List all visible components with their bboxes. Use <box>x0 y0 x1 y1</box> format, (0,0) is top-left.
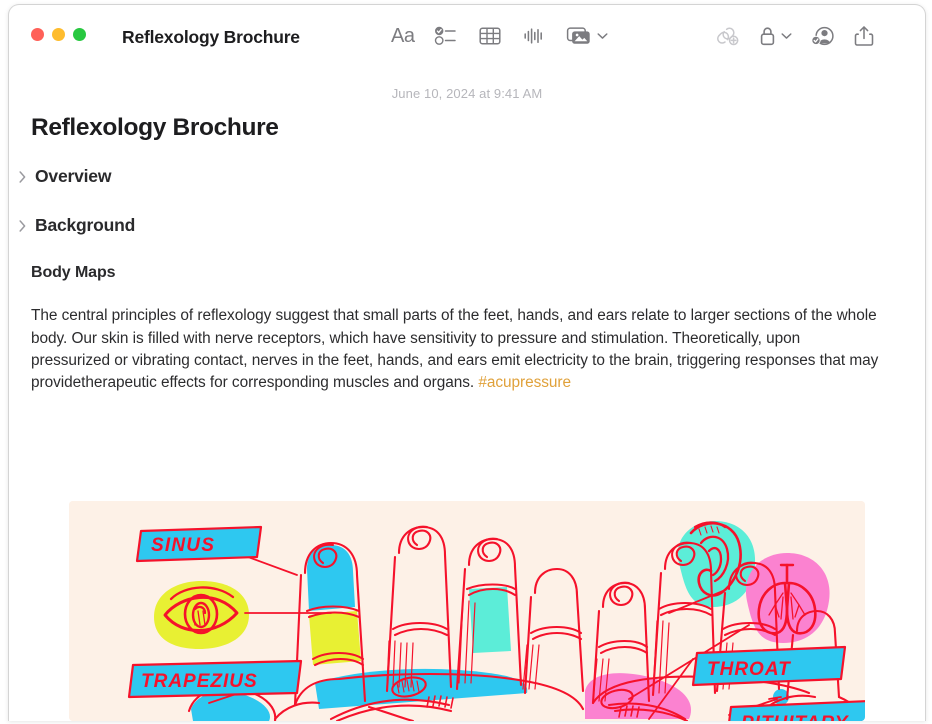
collapsed-section-background[interactable]: Background <box>17 215 135 236</box>
close-button[interactable] <box>31 28 44 41</box>
zoom-button[interactable] <box>73 28 86 41</box>
section-heading-label: Background <box>35 215 136 235</box>
hashtag-link[interactable]: #acupressure <box>478 374 571 391</box>
share-button[interactable] <box>854 21 874 51</box>
collapsed-section-overview[interactable]: Overview <box>17 166 111 187</box>
lock-icon <box>758 25 777 47</box>
link-add-icon <box>714 25 740 47</box>
table-icon <box>478 25 502 47</box>
format-icon: Aa <box>391 25 415 47</box>
add-link-button[interactable] <box>714 21 740 51</box>
note-title: Reflexology Brochure <box>31 114 279 141</box>
lock-button[interactable] <box>758 21 792 51</box>
collaborate-button[interactable] <box>810 21 836 51</box>
label-text-sinus: SINUS <box>151 535 215 556</box>
section-heading-label: Overview <box>35 166 112 186</box>
notes-window: Reflexology Brochure Aa June 10, 2024 at… <box>8 4 926 721</box>
note-document[interactable]: June 10, 2024 at 9:41 AM Reflexology Bro… <box>9 65 925 721</box>
label-text-pituitary: PITUITARY <box>741 713 850 721</box>
window-toolbar: Reflexology Brochure Aa <box>9 5 925 65</box>
label-text-throat: THROAT <box>707 659 791 680</box>
checklist-icon <box>434 25 458 47</box>
toolbar-right-group <box>714 21 874 51</box>
subheading-body-maps: Body Maps <box>31 264 116 281</box>
table-button[interactable] <box>478 21 502 51</box>
checklist-button[interactable] <box>434 21 458 51</box>
note-body-text: The central principles of reflexology su… <box>31 305 883 394</box>
media-button[interactable] <box>566 21 609 51</box>
person-check-icon <box>810 25 836 47</box>
chevron-right-icon[interactable] <box>17 170 27 183</box>
chevron-down-icon <box>597 32 609 40</box>
hand-map-svg: SINUS TRAPEZIUS THROAT PIT <box>69 501 865 721</box>
label-trapezius: TRAPEZIUS <box>127 659 303 699</box>
format-button[interactable]: Aa <box>391 21 415 51</box>
audio-button[interactable] <box>522 21 546 51</box>
label-throat: THROAT <box>691 645 847 687</box>
chevron-right-icon[interactable] <box>17 219 27 232</box>
traffic-light-controls <box>31 28 86 41</box>
window-title: Reflexology Brochure <box>122 27 300 47</box>
audio-waveform-icon <box>522 25 546 47</box>
chevron-down-icon <box>781 32 792 40</box>
note-timestamp: June 10, 2024 at 9:41 AM <box>391 86 543 101</box>
reflexology-hand-map-image[interactable]: SINUS TRAPEZIUS THROAT PIT <box>69 501 865 721</box>
share-icon <box>854 25 874 47</box>
media-photos-icon <box>566 25 593 47</box>
minimize-button[interactable] <box>52 28 65 41</box>
label-sinus: SINUS <box>135 525 263 563</box>
paragraph-text: The central principles of reflexology su… <box>31 307 879 392</box>
label-text-trapezius: TRAPEZIUS <box>141 671 258 692</box>
toolbar-center-group: Aa <box>391 21 609 51</box>
